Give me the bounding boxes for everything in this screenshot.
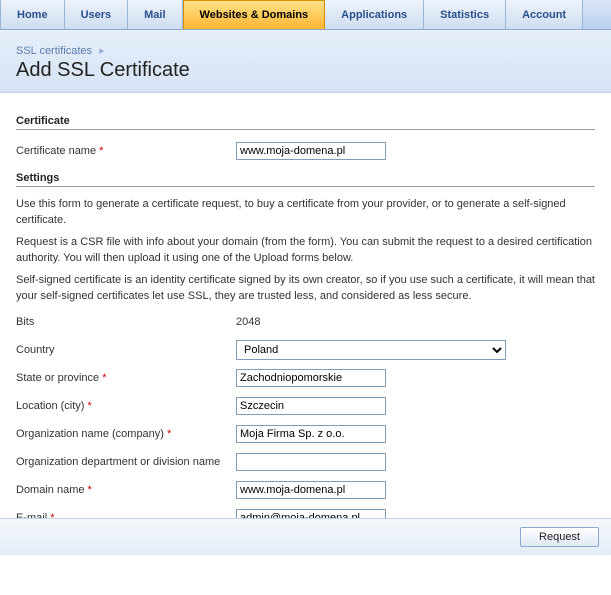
label-org: Organization name (company) * bbox=[16, 428, 236, 440]
value-bits: 2048 bbox=[236, 316, 595, 328]
country-select[interactable]: Poland bbox=[236, 340, 506, 360]
label-bits: Bits bbox=[16, 316, 236, 328]
tab-websites-domains[interactable]: Websites & Domains bbox=[183, 0, 326, 29]
page-subheader: SSL certificates ▸ Add SSL Certificate bbox=[0, 30, 611, 93]
label-domain: Domain name * bbox=[16, 484, 236, 496]
domain-input[interactable] bbox=[236, 481, 386, 499]
tab-users[interactable]: Users bbox=[65, 0, 129, 29]
required-mark: * bbox=[88, 400, 92, 412]
label-city: Location (city) * bbox=[16, 400, 236, 412]
breadcrumb-sep-icon: ▸ bbox=[99, 45, 105, 57]
state-input[interactable] bbox=[236, 369, 386, 387]
label-dept: Organization department or division name bbox=[16, 456, 236, 468]
label-cert-name: Certificate name * bbox=[16, 145, 236, 157]
required-mark: * bbox=[88, 484, 92, 496]
breadcrumb: SSL certificates ▸ bbox=[16, 44, 595, 57]
tab-account[interactable]: Account bbox=[506, 0, 583, 29]
section-settings: Settings bbox=[16, 172, 595, 187]
help-text-2: Request is a CSR file with info about yo… bbox=[16, 235, 595, 267]
required-mark: * bbox=[102, 372, 106, 384]
dept-input[interactable] bbox=[236, 453, 386, 471]
section-certificate: Certificate bbox=[16, 115, 595, 130]
main-tabs: Home Users Mail Websites & Domains Appli… bbox=[0, 0, 611, 30]
help-text-1: Use this form to generate a certificate … bbox=[16, 197, 595, 229]
label-state: State or province * bbox=[16, 372, 236, 384]
help-text-3: Self-signed certificate is an identity c… bbox=[16, 273, 595, 305]
tab-home[interactable]: Home bbox=[0, 0, 65, 29]
breadcrumb-link[interactable]: SSL certificates bbox=[16, 45, 92, 57]
city-input[interactable] bbox=[236, 397, 386, 415]
request-button[interactable]: Request bbox=[520, 527, 599, 547]
footer-bar: Request bbox=[0, 518, 611, 555]
required-mark: * bbox=[167, 428, 171, 440]
cert-name-input[interactable] bbox=[236, 142, 386, 160]
tab-applications[interactable]: Applications bbox=[325, 0, 424, 29]
tab-statistics[interactable]: Statistics bbox=[424, 0, 506, 29]
required-mark: * bbox=[99, 145, 103, 157]
org-input[interactable] bbox=[236, 425, 386, 443]
page-title: Add SSL Certificate bbox=[16, 59, 595, 82]
label-country: Country bbox=[16, 344, 236, 356]
tab-mail[interactable]: Mail bbox=[128, 0, 182, 29]
